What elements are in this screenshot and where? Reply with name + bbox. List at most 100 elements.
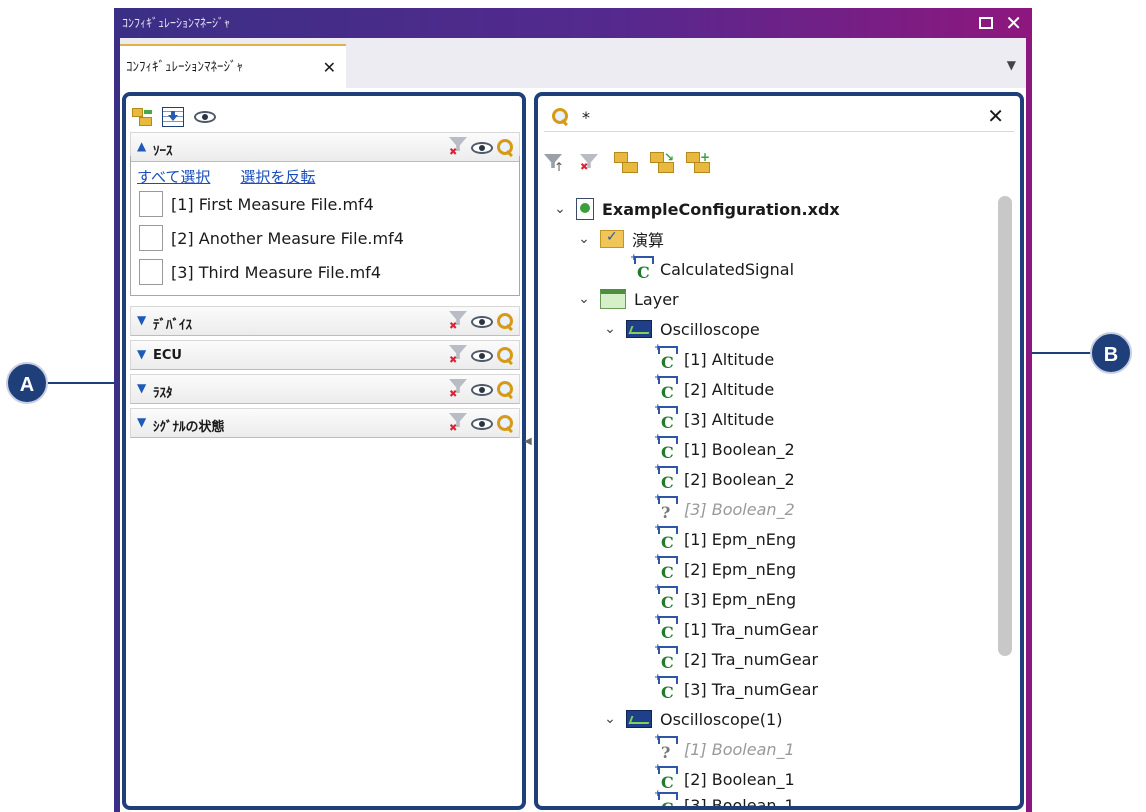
source-label: [2] Another Measure File.mf4 xyxy=(171,228,404,248)
checkbox[interactable] xyxy=(139,191,163,217)
section-header-ecu[interactable]: ▼ ECU xyxy=(130,340,520,370)
search-bar[interactable]: * ✕ xyxy=(544,102,1014,132)
search-icon[interactable] xyxy=(497,415,515,433)
calculated-signal-icon: + C xyxy=(630,253,654,282)
tree-node[interactable]: + C [1] Altitude xyxy=(654,343,774,372)
tab-menu-chevron-icon[interactable]: ▼ xyxy=(1007,58,1016,72)
chevron-down-icon[interactable]: ▼ xyxy=(137,313,146,327)
import-grid-icon[interactable] xyxy=(162,107,184,127)
clear-filter-icon[interactable] xyxy=(578,150,602,174)
tree-node[interactable]: + C [2] Boolean_2 xyxy=(654,463,795,492)
search-input[interactable]: * xyxy=(582,108,590,127)
section-header-device[interactable]: ▼ ﾃﾞﾊﾞｲｽ xyxy=(130,306,520,336)
eye-icon[interactable] xyxy=(471,316,493,328)
tree-node[interactable]: + C [2] Boolean_1 xyxy=(654,763,795,792)
search-icon[interactable] xyxy=(497,313,515,331)
signal-icon: + C xyxy=(654,433,678,462)
list-item[interactable]: [2] Another Measure File.mf4 xyxy=(139,224,404,252)
invert-selection-link[interactable]: 選択を反転 xyxy=(240,166,315,187)
section-label: ｼｸﾞﾅﾙの状態 xyxy=(153,420,225,435)
clear-filter-icon[interactable] xyxy=(449,413,467,435)
signal-icon: + C xyxy=(654,583,678,612)
signal-icon: + C xyxy=(654,523,678,552)
configuration-tree: ⌄ ExampleConfiguration.xdx ⌄ 演算 +C Calcu… xyxy=(538,196,998,806)
chevron-down-icon[interactable]: ▼ xyxy=(137,415,146,429)
clear-filter-icon[interactable] xyxy=(449,311,467,333)
source-label: [3] Third Measure File.mf4 xyxy=(171,262,381,282)
tab-close-icon[interactable]: ✕ xyxy=(323,46,336,90)
tree-node[interactable]: + C [3] Epm_nEng xyxy=(654,583,796,612)
section-header-signal-state[interactable]: ▼ ｼｸﾞﾅﾙの状態 xyxy=(130,408,520,438)
tree-node[interactable]: + C [3] Tra_numGear xyxy=(654,673,818,702)
filter-icon[interactable] xyxy=(542,150,566,174)
search-icon[interactable] xyxy=(497,139,515,157)
tree-view-icon[interactable] xyxy=(132,108,152,126)
tree-node[interactable]: + C [2] Tra_numGear xyxy=(654,643,818,672)
tab-configuration-manager[interactable]: ｺﾝﾌｨｷﾞｭﾚｰｼｮﾝﾏﾈｰｼﾞｬ ✕ xyxy=(120,44,346,88)
vertical-scrollbar[interactable] xyxy=(998,196,1012,656)
chevron-down-icon[interactable]: ⌄ xyxy=(602,711,618,727)
tree-node[interactable]: ⌄ 演算 xyxy=(576,226,664,252)
search-icon xyxy=(552,108,570,126)
window-title: ｺﾝﾌｨｷﾞｭﾚｰｼｮﾝﾏﾈｰｼﾞｬ xyxy=(122,16,231,30)
missing-signal-icon: +? xyxy=(654,733,679,762)
signal-icon: + C xyxy=(654,763,678,792)
chevron-down-icon[interactable]: ▼ xyxy=(137,347,146,361)
signal-icon: + C xyxy=(654,343,678,372)
tab-label: ｺﾝﾌｨｷﾞｭﾚｰｼｮﾝﾏﾈｰｼﾞｬ xyxy=(126,60,243,75)
signal-icon: + C xyxy=(654,643,678,672)
tree-node[interactable]: + C [2] Epm_nEng xyxy=(654,553,796,582)
eye-icon[interactable] xyxy=(471,142,493,154)
oscilloscope-icon xyxy=(626,710,652,728)
tree-node[interactable]: +? [1] Boolean_1 xyxy=(654,733,795,762)
tree-node[interactable]: + C [1] Tra_numGear xyxy=(654,613,818,642)
tree-node[interactable]: + C [1] Boolean_2 xyxy=(654,433,795,462)
calculation-folder-icon xyxy=(600,229,624,248)
tree-node[interactable]: ⌄ Oscilloscope xyxy=(602,316,760,342)
tree-view-icon[interactable] xyxy=(614,150,638,174)
search-icon[interactable] xyxy=(497,381,515,399)
tree-node[interactable]: + C CalculatedSignal xyxy=(630,253,794,282)
clear-filter-icon[interactable] xyxy=(449,345,467,367)
chevron-down-icon[interactable]: ▼ xyxy=(137,381,146,395)
callout-b: B xyxy=(1090,332,1132,374)
tree-node[interactable]: ⌄ Layer xyxy=(576,286,679,312)
chevron-down-icon[interactable]: ⌄ xyxy=(576,231,592,247)
eye-icon[interactable] xyxy=(471,384,493,396)
clear-search-icon[interactable]: ✕ xyxy=(987,104,1004,128)
section-header-raster[interactable]: ▼ ﾗｽﾀ xyxy=(130,374,520,404)
list-item[interactable]: [1] First Measure File.mf4 xyxy=(139,190,374,218)
clear-filter-icon[interactable] xyxy=(449,379,467,401)
close-icon[interactable]: ✕ xyxy=(1005,13,1022,33)
maximize-icon[interactable] xyxy=(979,17,994,29)
tree-node[interactable]: + C [2] Altitude xyxy=(654,373,774,402)
configuration-manager-window: ｺﾝﾌｨｷﾞｭﾚｰｼｮﾝﾏﾈｰｼﾞｬ ✕ ｺﾝﾌｨｷﾞｭﾚｰｼｮﾝﾏﾈｰｼﾞｬ … xyxy=(114,8,1032,812)
tree-node[interactable]: + C [3] Altitude xyxy=(654,403,774,432)
eye-icon[interactable] xyxy=(471,350,493,362)
select-all-link[interactable]: すべて選択 xyxy=(137,166,210,187)
tree-node[interactable]: ⌄ ExampleConfiguration.xdx xyxy=(552,196,840,222)
chevron-down-icon[interactable]: ⌄ xyxy=(552,201,568,217)
tree-add-icon[interactable]: + xyxy=(686,150,710,174)
pane-b-toolbar: ↘ + xyxy=(542,150,710,174)
oscilloscope-icon xyxy=(626,320,652,338)
eye-icon[interactable] xyxy=(471,418,493,430)
checkbox[interactable] xyxy=(139,225,163,251)
tree-node[interactable]: + C [1] Epm_nEng xyxy=(654,523,796,552)
source-label: [1] First Measure File.mf4 xyxy=(171,194,374,214)
pane-a-filter-panel: ▲ ｿｰｽ すべて選択 選択を反転 [1] First Measure File… xyxy=(122,92,526,810)
tree-export-icon[interactable]: ↘ xyxy=(650,150,674,174)
tree-node[interactable]: + C [3] Boolean_1 xyxy=(654,789,795,806)
callout-a: A xyxy=(6,362,48,404)
tree-node[interactable]: ⌄ Oscilloscope(1) xyxy=(602,706,782,732)
list-item[interactable]: [3] Third Measure File.mf4 xyxy=(139,258,381,286)
signal-icon: + C xyxy=(654,673,678,702)
chevron-down-icon[interactable]: ⌄ xyxy=(602,321,618,337)
chevron-up-icon[interactable]: ▲ xyxy=(137,139,146,153)
search-icon[interactable] xyxy=(497,347,515,365)
splitter-arrow-icon[interactable]: ◀ xyxy=(524,436,532,447)
checkbox[interactable] xyxy=(139,259,163,285)
chevron-down-icon[interactable]: ⌄ xyxy=(576,291,592,307)
eye-icon[interactable] xyxy=(194,111,216,123)
tree-node[interactable]: +? [3] Boolean_2 xyxy=(654,493,795,522)
